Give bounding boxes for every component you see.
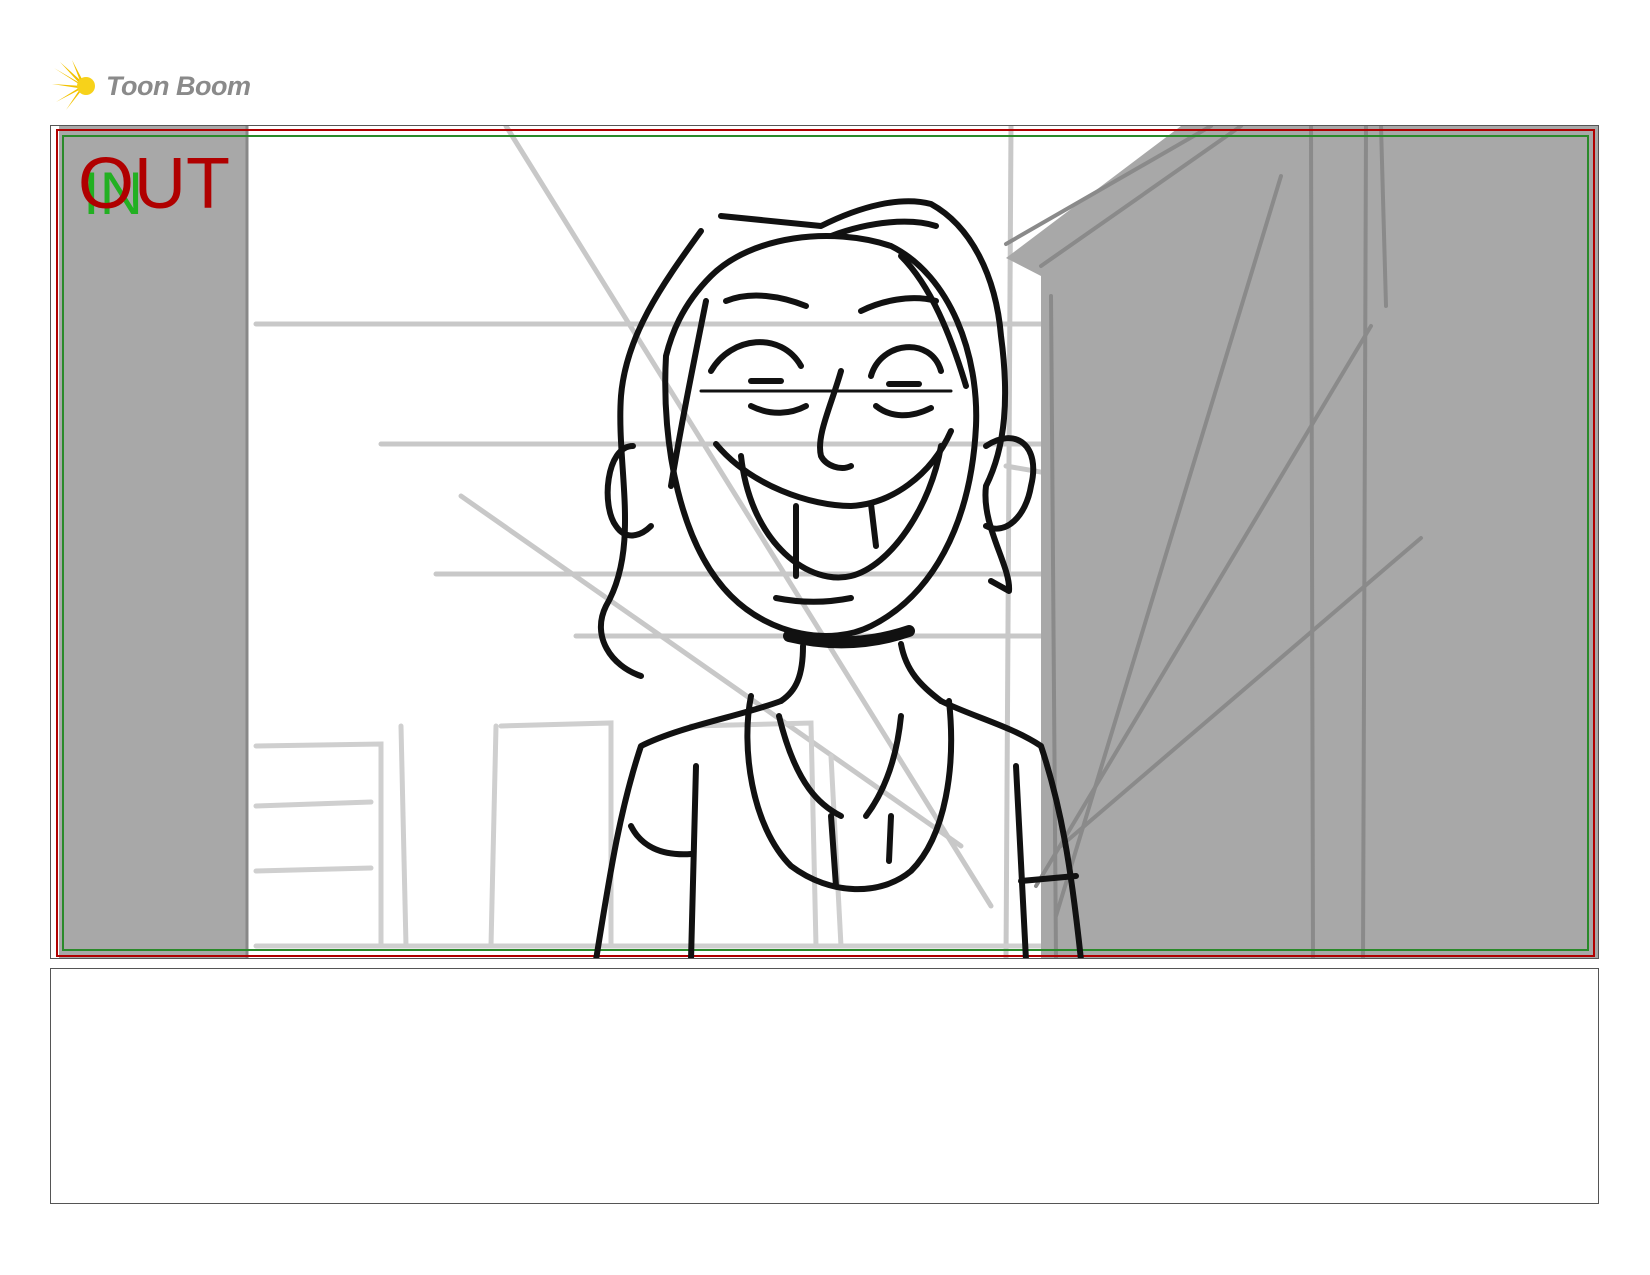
storyboard-sketch: [56, 126, 1598, 958]
logo-text: Toon Boom: [106, 70, 251, 101]
panel-notes-box[interactable]: [50, 968, 1599, 1204]
out-label: OUT: [78, 144, 230, 224]
toon-boom-logo: Toon Boom: [52, 58, 272, 114]
sunburst-logo-icon: [52, 60, 95, 110]
storyboard-panel: IN OUT: [50, 125, 1599, 959]
